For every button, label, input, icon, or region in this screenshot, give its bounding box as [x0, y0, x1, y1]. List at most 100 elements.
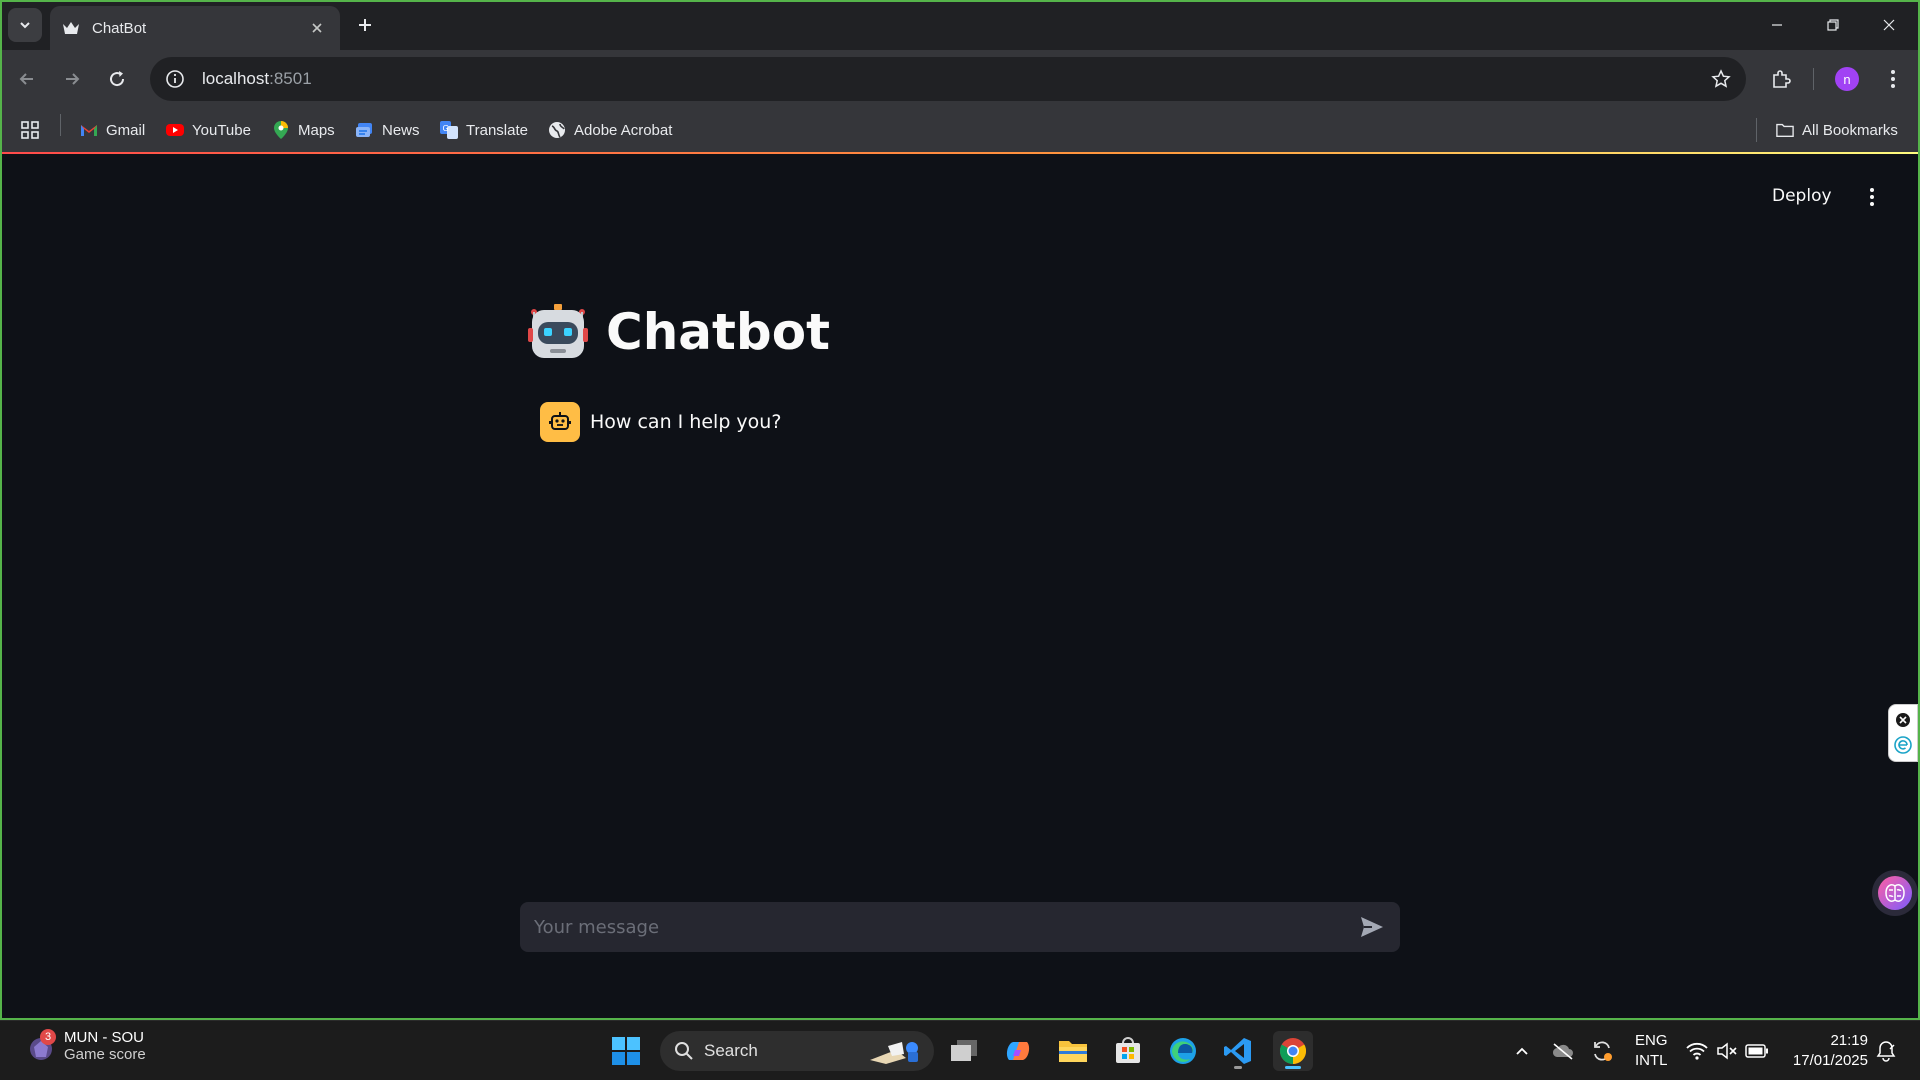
profile-button[interactable]: n [1830, 62, 1864, 96]
apps-button[interactable] [20, 118, 40, 142]
bookmark-maps[interactable]: Maps [272, 118, 335, 142]
file-explorer-button[interactable] [1053, 1031, 1093, 1071]
browser-toolbar: localhost:8501 n [0, 50, 1920, 108]
reload-button[interactable] [100, 62, 134, 96]
bookmark-youtube[interactable]: YouTube [166, 118, 251, 142]
kebab-menu-icon [1891, 70, 1895, 88]
extensions-button[interactable] [1764, 62, 1798, 96]
puzzle-icon [1773, 70, 1791, 88]
minimize-icon [1772, 24, 1782, 26]
chevron-down-icon [20, 22, 30, 29]
wifi-button[interactable] [1685, 1039, 1709, 1063]
youtube-icon [166, 121, 184, 139]
chevron-up-icon [1516, 1047, 1528, 1055]
show-hidden-icons-button[interactable] [1510, 1039, 1534, 1063]
message-text: How can I help you? [590, 411, 782, 433]
close-circle-icon[interactable] [1895, 712, 1911, 728]
notifications-button[interactable] [1874, 1039, 1898, 1063]
bookmark-gmail[interactable]: Gmail [80, 118, 145, 142]
app-menu-button[interactable] [1862, 180, 1882, 214]
search-icon [675, 1042, 693, 1060]
news-icon [356, 121, 374, 139]
start-button[interactable] [606, 1031, 646, 1071]
kebab-dot [1870, 202, 1874, 206]
maps-pin-icon [272, 121, 290, 139]
bookmark-star-button[interactable] [1710, 68, 1732, 90]
volume-muted-icon [1717, 1042, 1737, 1060]
send-button[interactable] [1356, 911, 1388, 943]
star-icon [1711, 69, 1731, 88]
plus-icon [359, 19, 371, 31]
windows-logo-icon [612, 1037, 640, 1065]
assistant-orb-button[interactable] [1872, 870, 1918, 916]
avatar: n [1835, 67, 1859, 91]
side-extension-widget[interactable] [1888, 704, 1918, 762]
kebab-dot [1870, 188, 1874, 192]
restore-button[interactable] [1810, 8, 1856, 42]
widgets-game-score[interactable]: 3 MUN - SOU Game score [24, 1029, 146, 1063]
search-highlight-icon [870, 1042, 918, 1064]
bookmark-label: News [382, 121, 420, 139]
bookmarks-bar: Gmail YouTube Maps News G Translate Adob… [0, 108, 1920, 152]
apps-divider [60, 114, 61, 136]
translate-icon: G [440, 121, 458, 139]
globe-icon [548, 121, 566, 139]
sync-status-button[interactable] [1590, 1039, 1614, 1063]
volume-button[interactable] [1715, 1039, 1739, 1063]
chrome-button[interactable] [1273, 1031, 1313, 1071]
bookmark-label: Gmail [106, 121, 146, 139]
minimize-button[interactable] [1754, 8, 1800, 42]
clock-date: 17/01/2025 [1792, 1052, 1868, 1069]
bookmark-label: YouTube [192, 121, 251, 139]
chat-input[interactable] [532, 915, 1356, 939]
keyboard-layout: INTL [1635, 1052, 1668, 1069]
edge-icon [1170, 1038, 1196, 1064]
copilot-button[interactable] [998, 1031, 1038, 1071]
robot-face-icon [528, 304, 588, 358]
taskbar-search[interactable]: Search [660, 1031, 934, 1071]
chat-message-assistant: How can I help you? [540, 402, 781, 442]
back-button[interactable] [10, 62, 44, 96]
bookmark-adobe-acrobat[interactable]: Adobe Acrobat [548, 118, 672, 142]
sync-icon [1594, 1041, 1612, 1061]
bookmark-label: All Bookmarks [1802, 121, 1898, 139]
gmail-icon [80, 121, 98, 139]
site-info-icon[interactable] [164, 68, 186, 90]
address-bar[interactable]: localhost:8501 [150, 57, 1746, 101]
microsoft-store-button[interactable] [1108, 1031, 1148, 1071]
bookmark-label: Adobe Acrobat [574, 121, 673, 139]
game-score-icon: 3 [24, 1029, 58, 1063]
battery-button[interactable] [1745, 1039, 1769, 1063]
new-tab-button[interactable] [352, 12, 378, 38]
apps-grid-icon [21, 121, 39, 139]
close-tab-button[interactable] [306, 17, 328, 39]
extension-logo-icon[interactable] [1894, 735, 1912, 754]
all-bookmarks-button[interactable]: All Bookmarks [1776, 118, 1898, 142]
tab-chatbot[interactable]: ChatBot [50, 6, 340, 50]
copilot-icon [1006, 1042, 1030, 1060]
browser-menu-button[interactable] [1876, 62, 1910, 96]
edge-button[interactable] [1163, 1031, 1203, 1071]
chat-input-container [520, 902, 1400, 952]
running-indicator [1234, 1066, 1242, 1069]
folder-icon [1059, 1041, 1087, 1062]
bookmark-translate[interactable]: G Translate [440, 118, 528, 142]
url-port: :8501 [269, 69, 312, 88]
tab-title: ChatBot [92, 19, 147, 37]
bot-icon [549, 412, 571, 430]
tab-strip: ChatBot [0, 0, 1920, 50]
tab-search-button[interactable] [8, 8, 42, 42]
folder-icon [1776, 121, 1794, 139]
bookmark-news[interactable]: News [356, 118, 420, 142]
search-label: Search [704, 1041, 758, 1060]
language-indicator[interactable]: ENG INTL [1635, 1031, 1668, 1071]
url-host: localhost [202, 69, 270, 88]
close-window-button[interactable] [1866, 8, 1912, 42]
deploy-button[interactable]: Deploy [1772, 186, 1832, 206]
task-view-button[interactable] [944, 1031, 984, 1071]
forward-button[interactable] [55, 62, 89, 96]
wifi-icon [1686, 1042, 1708, 1060]
onedrive-button[interactable] [1551, 1039, 1575, 1063]
vscode-button[interactable] [1218, 1031, 1258, 1071]
system-clock[interactable]: 21:19 17/01/2025 [1786, 1031, 1868, 1071]
